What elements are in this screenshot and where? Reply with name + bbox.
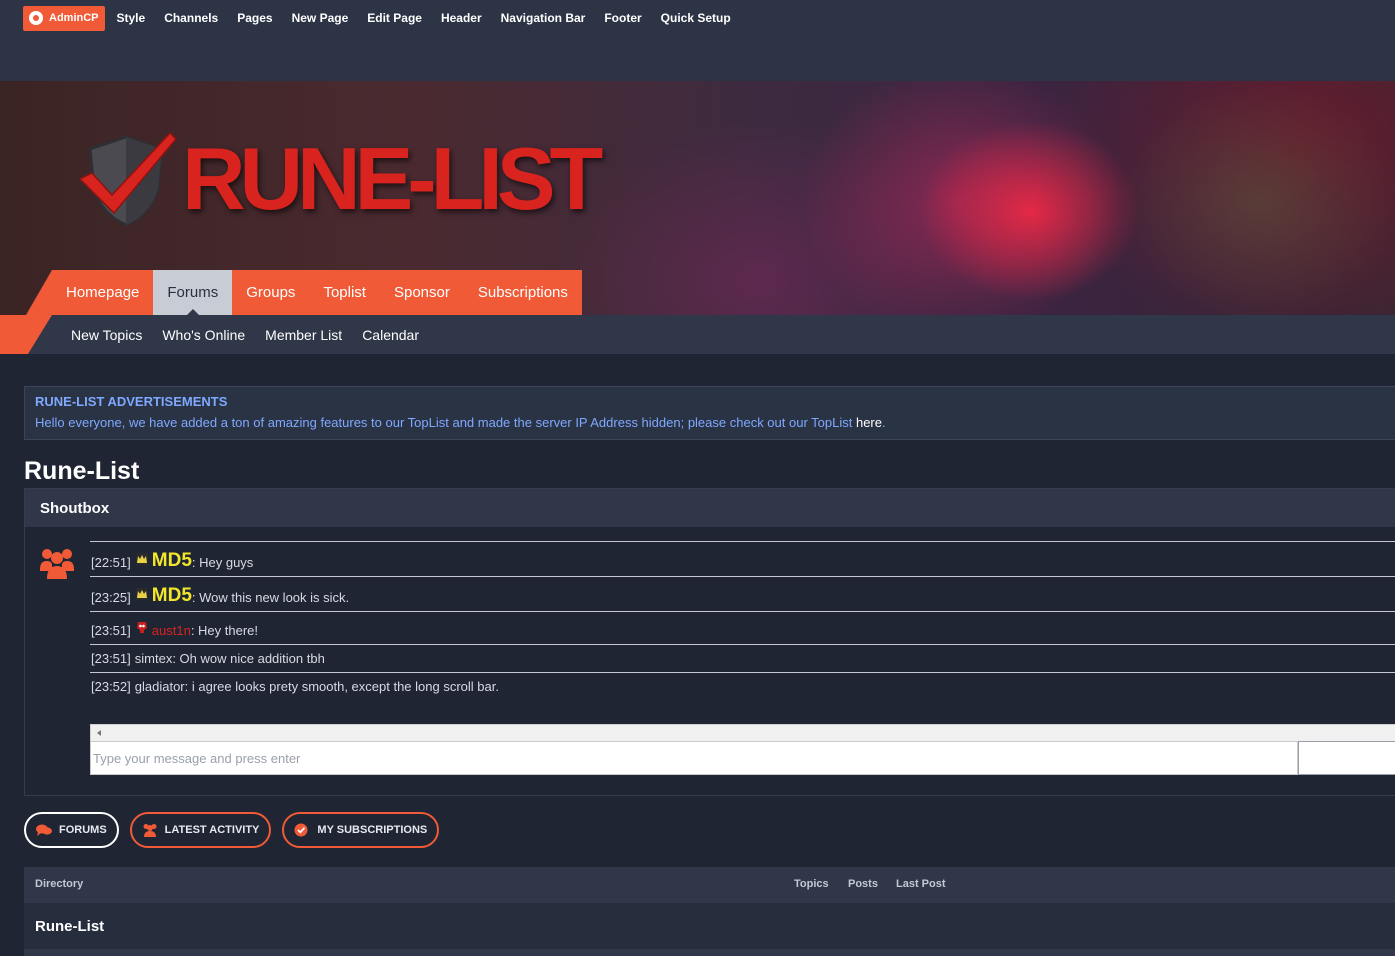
shout-message: : Wow this new look is sick. (191, 590, 350, 605)
subnav-calendar[interactable]: Calendar (362, 327, 419, 343)
shout-item: [22:51] MD5 : Hey guys (90, 541, 1395, 576)
shout-user[interactable]: aust1n (152, 623, 191, 638)
logo-text: RUNE-LIST (182, 129, 603, 228)
subnav-whos-online[interactable]: Who's Online (162, 327, 245, 343)
shout-time: [22:51] (91, 555, 131, 570)
crown-rank-icon (135, 553, 148, 565)
forum-view-tabs: FORUMS LATEST ACTIVITY MY SUBSCRIPTIONS (24, 812, 440, 848)
shoutbox: Shoutbox [22:51] MD5 : Hey guys [23:25] … (24, 488, 1395, 796)
tab-latest-activity-label: LATEST ACTIVITY (164, 824, 260, 836)
tab-my-subscriptions-label: MY SUBSCRIPTIONS (317, 824, 428, 836)
shout-time: [23:51] (91, 651, 131, 666)
shout-send-button[interactable] (1298, 741, 1395, 775)
tab-sponsor[interactable]: Sponsor (379, 270, 464, 315)
site-logo[interactable]: RUNE-LIST (78, 129, 603, 229)
shout-message: : i agree looks prety smooth, except the… (184, 679, 499, 694)
check-circle-icon (294, 823, 308, 837)
admin-link-channels[interactable]: Channels (164, 11, 218, 25)
crown-rank-icon (135, 588, 148, 600)
horizontal-scrollbar[interactable] (90, 724, 1395, 742)
shoutbox-title: Shoutbox (25, 489, 1395, 527)
shout-user[interactable]: MD5 (152, 586, 192, 605)
shout-message-input[interactable] (90, 741, 1298, 775)
admin-link-navigation-bar[interactable]: Navigation Bar (501, 11, 586, 25)
users-icon (143, 824, 157, 837)
admin-link-footer[interactable]: Footer (604, 11, 641, 25)
users-icon (40, 549, 74, 579)
shout-time: [23:51] (91, 623, 131, 638)
tab-subscriptions[interactable]: Subscriptions (463, 270, 582, 315)
admin-link-edit-page[interactable]: Edit Page (367, 11, 422, 25)
col-posts[interactable]: Posts (848, 878, 878, 890)
shout-message: : Hey there! (190, 623, 259, 638)
admin-link-quick-setup[interactable]: Quick Setup (661, 11, 731, 25)
tab-groups[interactable]: Groups (232, 270, 310, 315)
tab-toplist[interactable]: Toplist (309, 270, 380, 315)
notice-trailing: . (882, 415, 886, 430)
shield-check-icon (78, 131, 178, 227)
shout-time: [23:52] (91, 679, 131, 694)
shout-item: [23:52] gladiator : i agree looks prety … (90, 672, 1395, 700)
skull-rank-icon (136, 622, 147, 633)
admin-link-style[interactable]: Style (117, 11, 146, 25)
admincp-label: AdminCP (49, 12, 99, 24)
admincp-button[interactable]: AdminCP (23, 5, 105, 31)
forum-category[interactable]: Rune-List (24, 903, 1395, 949)
shout-item: [23:51] simtex : Oh wow nice addition tb… (90, 644, 1395, 672)
shout-item: [23:51] aust1n : Hey there! (90, 611, 1395, 644)
col-last-post[interactable]: Last Post (896, 878, 946, 890)
subnav-member-list[interactable]: Member List (265, 327, 342, 343)
notice-title: RUNE-LIST ADVERTISEMENTS (35, 394, 228, 409)
forum-row-divider (24, 949, 1395, 956)
tab-latest-activity[interactable]: LATEST ACTIVITY (129, 812, 272, 848)
col-directory: Directory (35, 878, 84, 890)
shout-time: [23:25] (91, 590, 131, 605)
nav-accent (26, 270, 52, 315)
gear-icon (29, 11, 43, 25)
tab-homepage[interactable]: Homepage (52, 270, 154, 315)
advertisement-notice: RUNE-LIST ADVERTISEMENTS Hello everyone,… (24, 386, 1395, 440)
page-title: Rune-List (24, 457, 140, 485)
chat-bubbles-icon (36, 824, 52, 836)
notice-message-text: Hello everyone, we have added a ton of a… (35, 415, 856, 430)
subnav-accent (0, 315, 52, 354)
shout-item: [23:25] MD5 : Wow this new look is sick. (90, 576, 1395, 611)
shout-user[interactable]: simtex (135, 651, 173, 666)
sub-nav: New Topics Who's Online Member List Cale… (0, 315, 1395, 354)
tab-my-subscriptions[interactable]: MY SUBSCRIPTIONS (282, 812, 440, 848)
admin-link-header[interactable]: Header (441, 11, 482, 25)
shout-message: : Oh wow nice addition tbh (172, 651, 325, 666)
tab-forums[interactable]: Forums (153, 270, 233, 315)
main-nav: Homepage Forums Groups Toplist Sponsor S… (52, 270, 582, 315)
admin-link-pages[interactable]: Pages (237, 11, 272, 25)
forum-table-header: Directory Topics Posts Last Post (24, 867, 1395, 903)
shout-user[interactable]: MD5 (152, 551, 192, 570)
col-topics[interactable]: Topics (794, 878, 829, 890)
subnav-new-topics[interactable]: New Topics (71, 327, 142, 343)
admin-bar: AdminCP Style Channels Pages New Page Ed… (0, 0, 1395, 81)
shout-message: : Hey guys (191, 555, 254, 570)
notice-message: Hello everyone, we have added a ton of a… (35, 415, 1393, 430)
shout-user[interactable]: gladiator (135, 679, 185, 694)
tab-forums-view[interactable]: FORUMS (24, 812, 119, 848)
notice-link-here[interactable]: here (856, 415, 882, 430)
shout-list: [22:51] MD5 : Hey guys [23:25] MD5 : Wow… (90, 541, 1395, 700)
admin-link-new-page[interactable]: New Page (292, 11, 349, 25)
tab-forums-label: FORUMS (59, 824, 107, 836)
scroll-left-arrow-icon[interactable] (97, 730, 101, 736)
